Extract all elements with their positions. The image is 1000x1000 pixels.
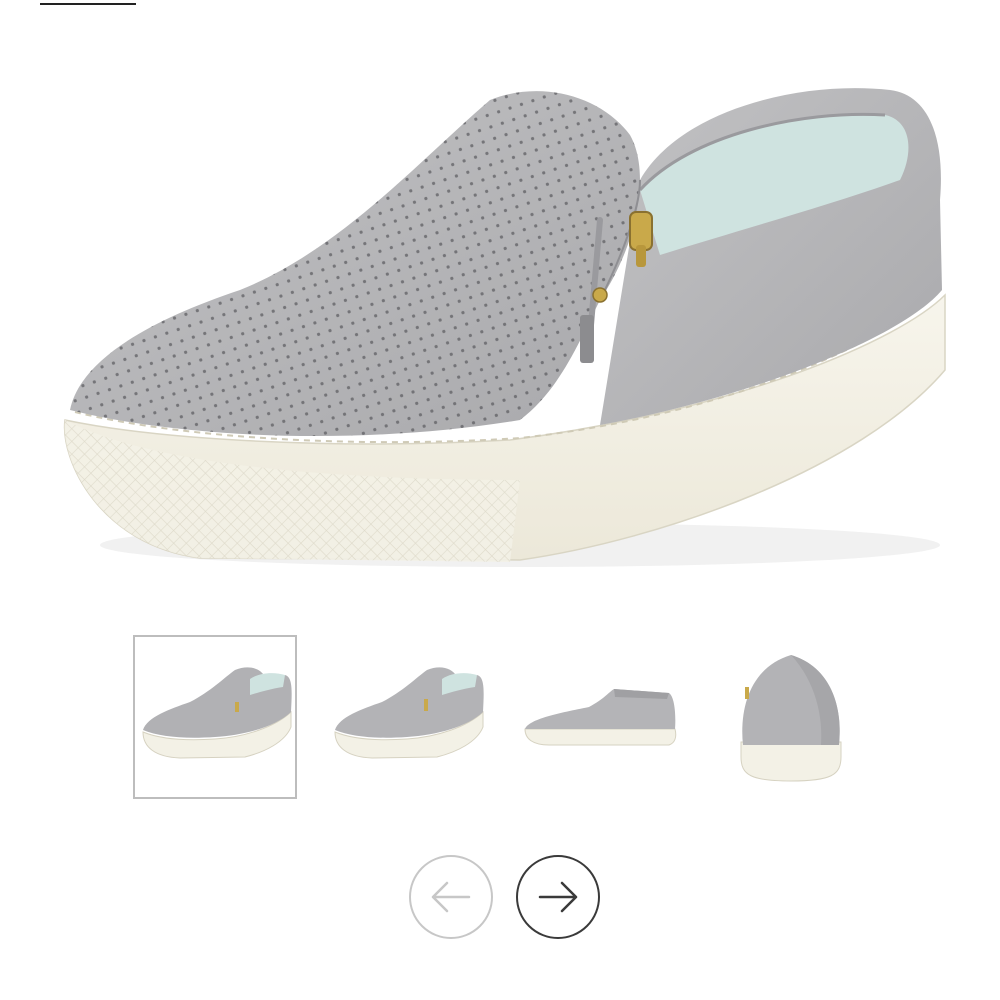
thumbnail-2[interactable] — [325, 635, 489, 799]
perforation-pattern — [70, 91, 640, 437]
shoe-three-quarter-view-icon — [142, 667, 292, 759]
zipper-rivet — [592, 287, 608, 303]
next-image-button[interactable] — [516, 855, 600, 939]
prev-image-button[interactable] — [409, 855, 493, 939]
zipper-teeth — [580, 315, 594, 363]
main-product-image[interactable] — [40, 40, 960, 600]
thumbnail-3[interactable] — [517, 635, 681, 799]
shoe-side-profile-view-icon — [524, 689, 677, 746]
thumbnail-4[interactable] — [709, 635, 873, 799]
shoe-three-quarter-view-alt-icon — [334, 667, 484, 759]
arrow-right-icon — [538, 881, 578, 913]
cut-off-header-strip — [40, 0, 940, 8]
sneaker-illustration — [63, 88, 946, 567]
thumbnail-1[interactable] — [133, 635, 297, 799]
thumbnail-strip — [133, 635, 873, 801]
header-link-underline — [40, 3, 136, 5]
product-gallery-page — [0, 0, 1000, 1000]
shoe-heel-back-view-icon — [740, 655, 842, 782]
arrow-left-icon — [431, 881, 471, 913]
